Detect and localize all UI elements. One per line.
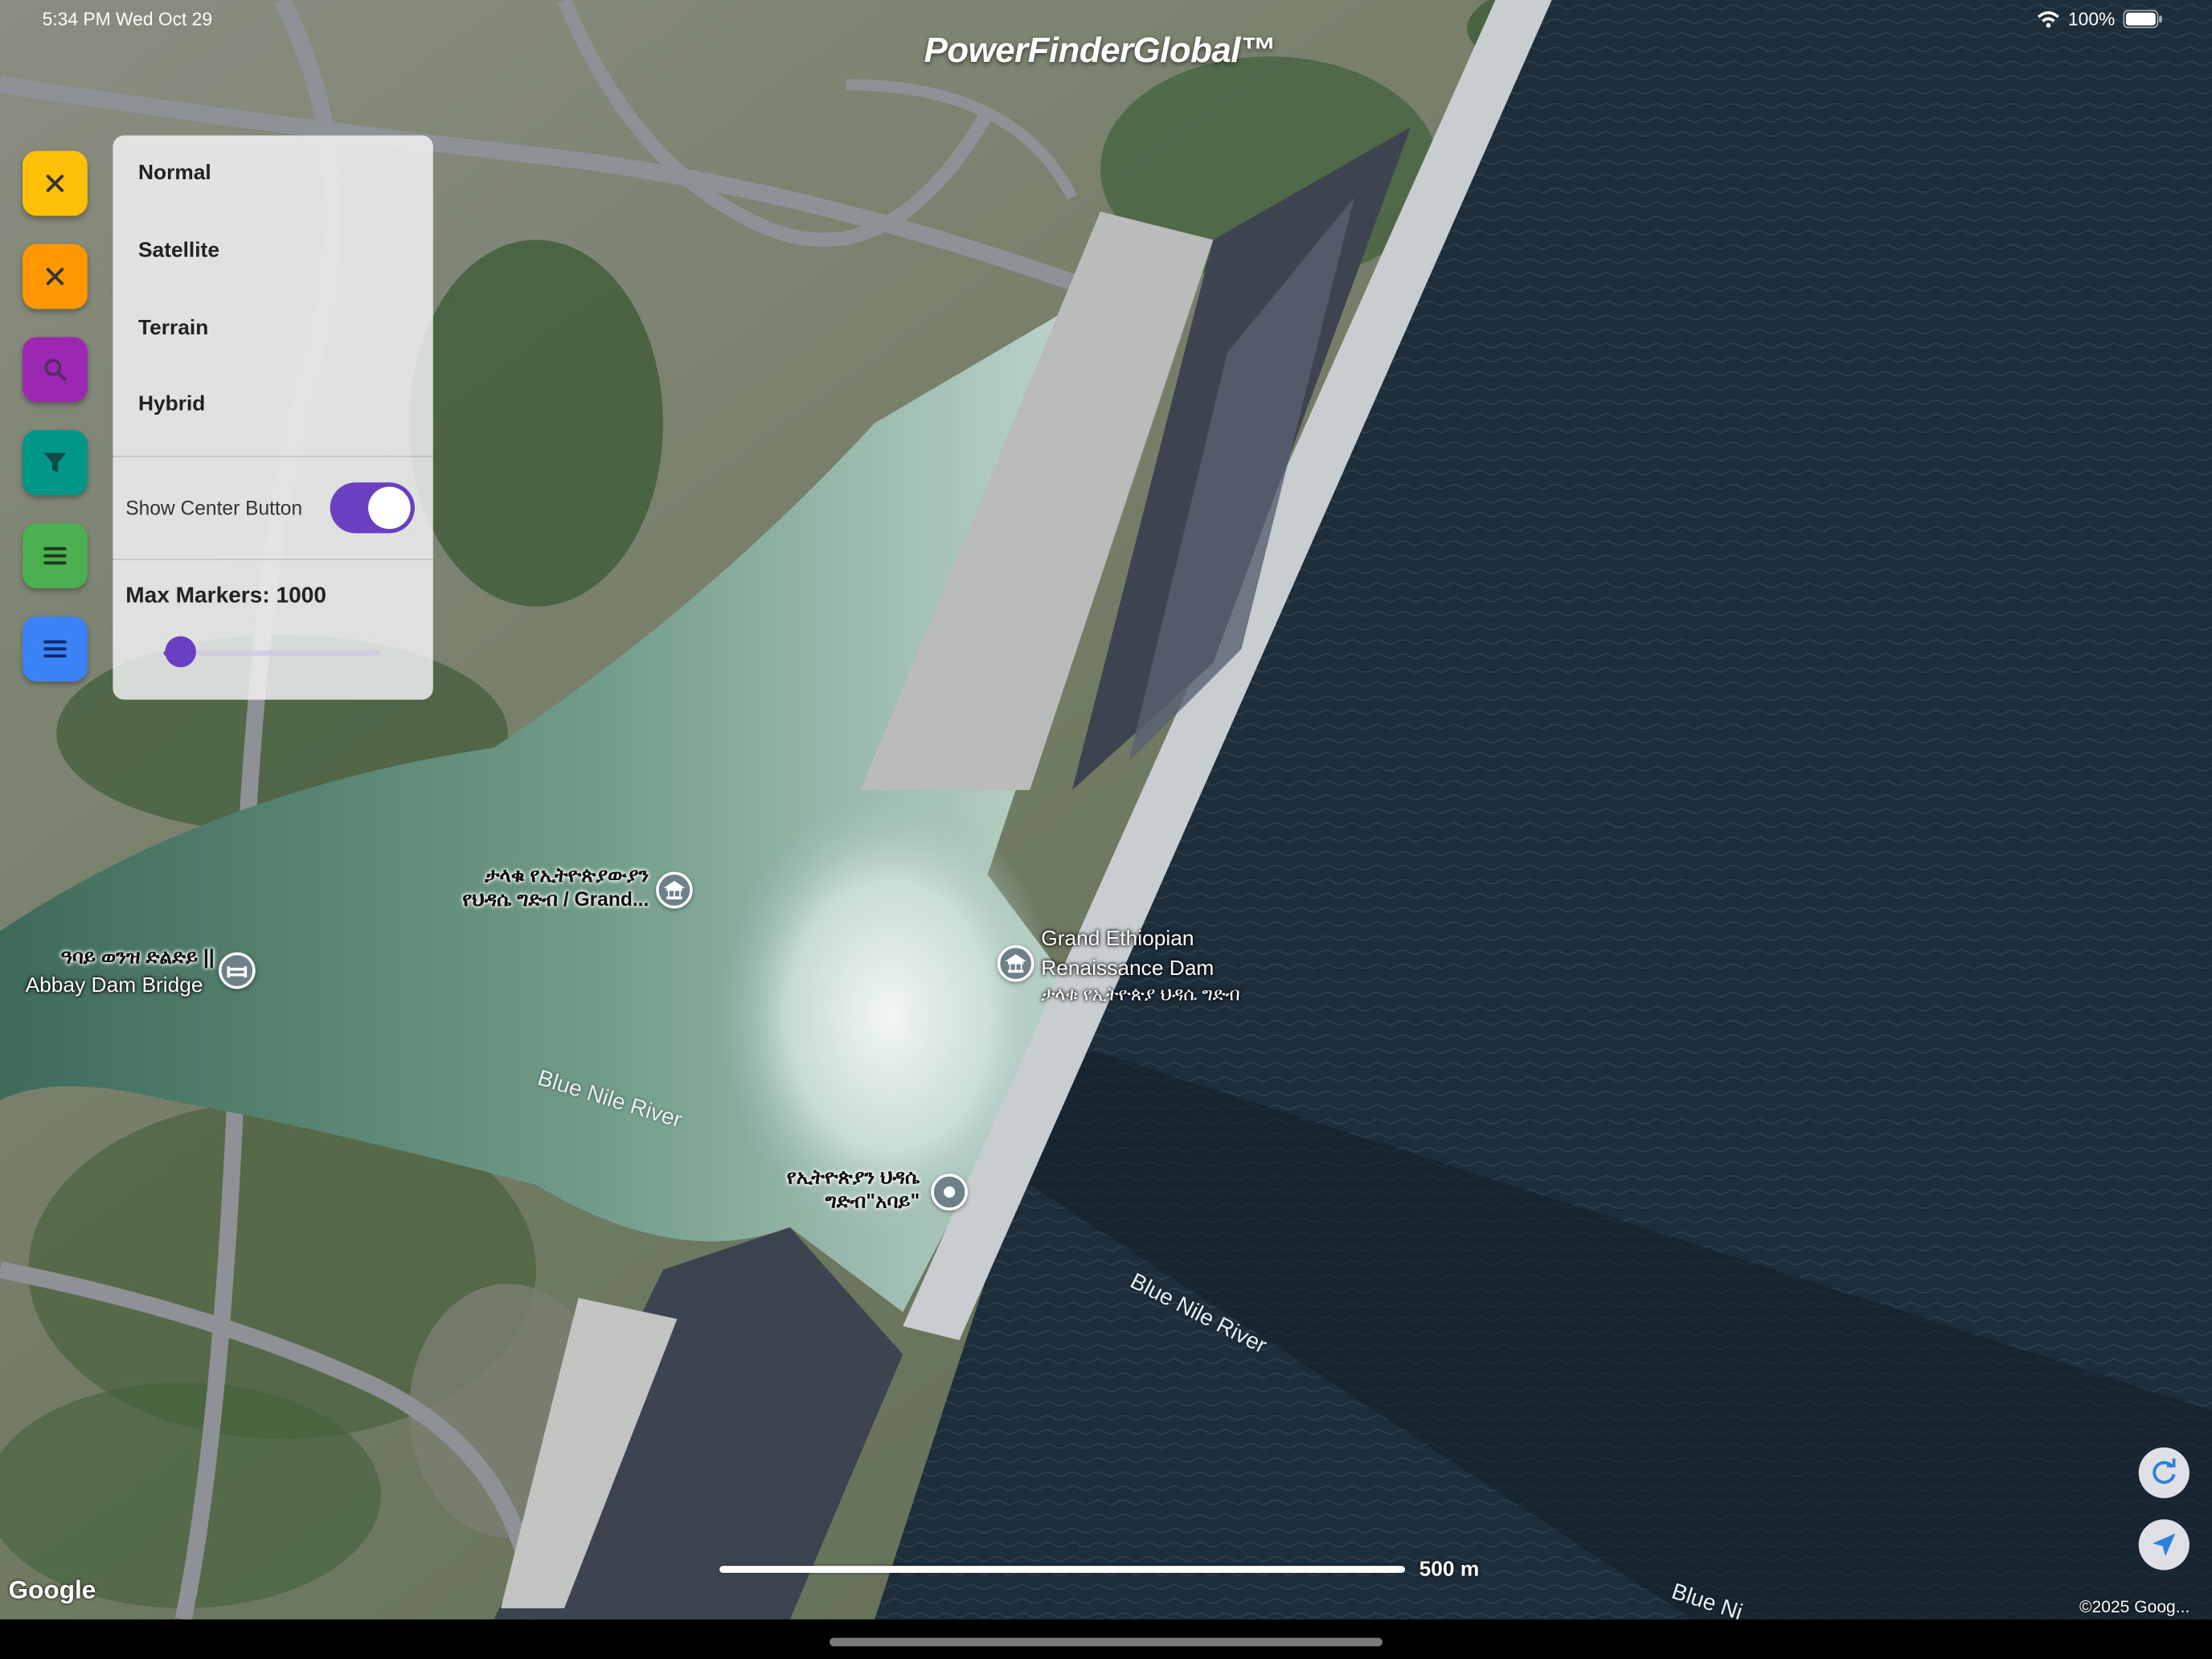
- poi-label-tekle[interactable]: ታላቁ የኢትዮጵያውያን የህዳሴ ግድብ / Grand...: [424, 863, 649, 911]
- filter-fab-button[interactable]: [23, 430, 88, 496]
- maptype-terrain[interactable]: Terrain: [138, 316, 208, 340]
- max-markers-track[interactable]: [169, 650, 381, 657]
- menu-fab-button[interactable]: [23, 523, 88, 588]
- poi-label-bridge-en[interactable]: Abbay Dam Bridge: [26, 973, 203, 997]
- close-icon: [46, 268, 64, 285]
- close-fab-button[interactable]: [23, 150, 88, 216]
- status-date-text: Wed Oct 29: [116, 8, 213, 30]
- search-icon: [44, 358, 67, 382]
- navigation-arrow-icon: [2153, 1533, 2176, 1556]
- menu-fab-button[interactable]: [23, 616, 88, 682]
- maptype-normal[interactable]: Normal: [138, 161, 211, 185]
- poi-label-line: ዓባይ ወንዝ ድልድይ ||: [60, 944, 215, 968]
- show-center-label: Show Center Button: [125, 496, 303, 519]
- poi-label-line: የኢትዮጵያን ህዳሴ: [786, 1165, 920, 1188]
- museum-icon: [663, 880, 686, 899]
- dam-poi-icon[interactable]: [997, 944, 1034, 982]
- poi-label-line: ግድብ"አባይ": [825, 1189, 920, 1212]
- app-title: PowerFinderGlobal™: [924, 31, 1276, 71]
- poi-label-hidase[interactable]: የኢትዮጵያን ህዳሴ ግድብ"አባይ": [706, 1165, 920, 1214]
- panel-divider: [113, 455, 433, 457]
- max-markers-thumb[interactable]: [164, 636, 196, 668]
- location-pin-icon[interactable]: [931, 1174, 968, 1210]
- poi-label-line: Renaissance Dam: [1041, 956, 1215, 981]
- scale-label: 500 m: [1419, 1557, 1480, 1582]
- menu-icon: [43, 640, 67, 658]
- show-center-toggle[interactable]: [330, 482, 415, 534]
- toggle-knob: [368, 486, 411, 530]
- max-markers-label: Max Markers: 1000: [125, 584, 326, 608]
- map-settings-panel: Normal Satellite Terrain Hybrid Show Cen…: [113, 135, 433, 700]
- maptype-satellite[interactable]: Satellite: [138, 239, 219, 263]
- status-time: 5:34 PM Wed Oct 29: [43, 9, 212, 30]
- map-copyright[interactable]: ©2025 Goog...: [2079, 1597, 2189, 1617]
- search-fab-button[interactable]: [23, 337, 88, 403]
- battery-percent: 100%: [2067, 8, 2116, 30]
- refresh-icon: [2153, 1458, 2176, 1485]
- close-icon: [46, 174, 64, 192]
- status-time-text: 5:34 PM: [42, 8, 111, 30]
- poi-label-line: ታላቁ የኢትዮጵያ ህዳሴ ግድብ: [1041, 983, 1240, 1005]
- app-screen: 5:34 PM Wed Oct 29 100% PowerFinderGloba…: [0, 0, 2212, 1659]
- maptype-hybrid[interactable]: Hybrid: [138, 392, 205, 416]
- close-fab-button[interactable]: [23, 244, 88, 309]
- home-indicator[interactable]: [829, 1637, 1382, 1647]
- refresh-button[interactable]: [2138, 1447, 2189, 1498]
- poi-label-gerd[interactable]: Grand Ethiopian Renaissance Dam ታላቁ የኢትዮ…: [1041, 927, 1239, 1006]
- menu-icon: [43, 547, 67, 565]
- museum-poi-icon[interactable]: [656, 871, 693, 909]
- my-location-button[interactable]: [2138, 1519, 2189, 1571]
- pin-icon: [944, 1186, 956, 1198]
- filter-icon: [43, 453, 67, 473]
- poi-label-line: የህዳሴ ግድብ / Grand...: [462, 887, 649, 911]
- poi-label-line: Grand Ethiopian: [1041, 927, 1194, 951]
- google-logo: Google: [8, 1575, 96, 1604]
- status-right: 100%: [2037, 9, 2163, 30]
- scale-bar: [719, 1566, 1406, 1573]
- bridge-icon: [227, 966, 248, 978]
- bridge-poi-icon[interactable]: [219, 952, 256, 989]
- poi-label-line: ታላቁ የኢትዮጵያውያን: [485, 863, 649, 887]
- poi-label-bridge[interactable]: ዓባይ ወንዝ ድልድይ ||: [3, 945, 215, 969]
- battery-icon: [2123, 10, 2163, 29]
- museum-icon: [1005, 954, 1027, 973]
- wifi-icon: [2037, 10, 2059, 27]
- panel-divider: [113, 559, 433, 560]
